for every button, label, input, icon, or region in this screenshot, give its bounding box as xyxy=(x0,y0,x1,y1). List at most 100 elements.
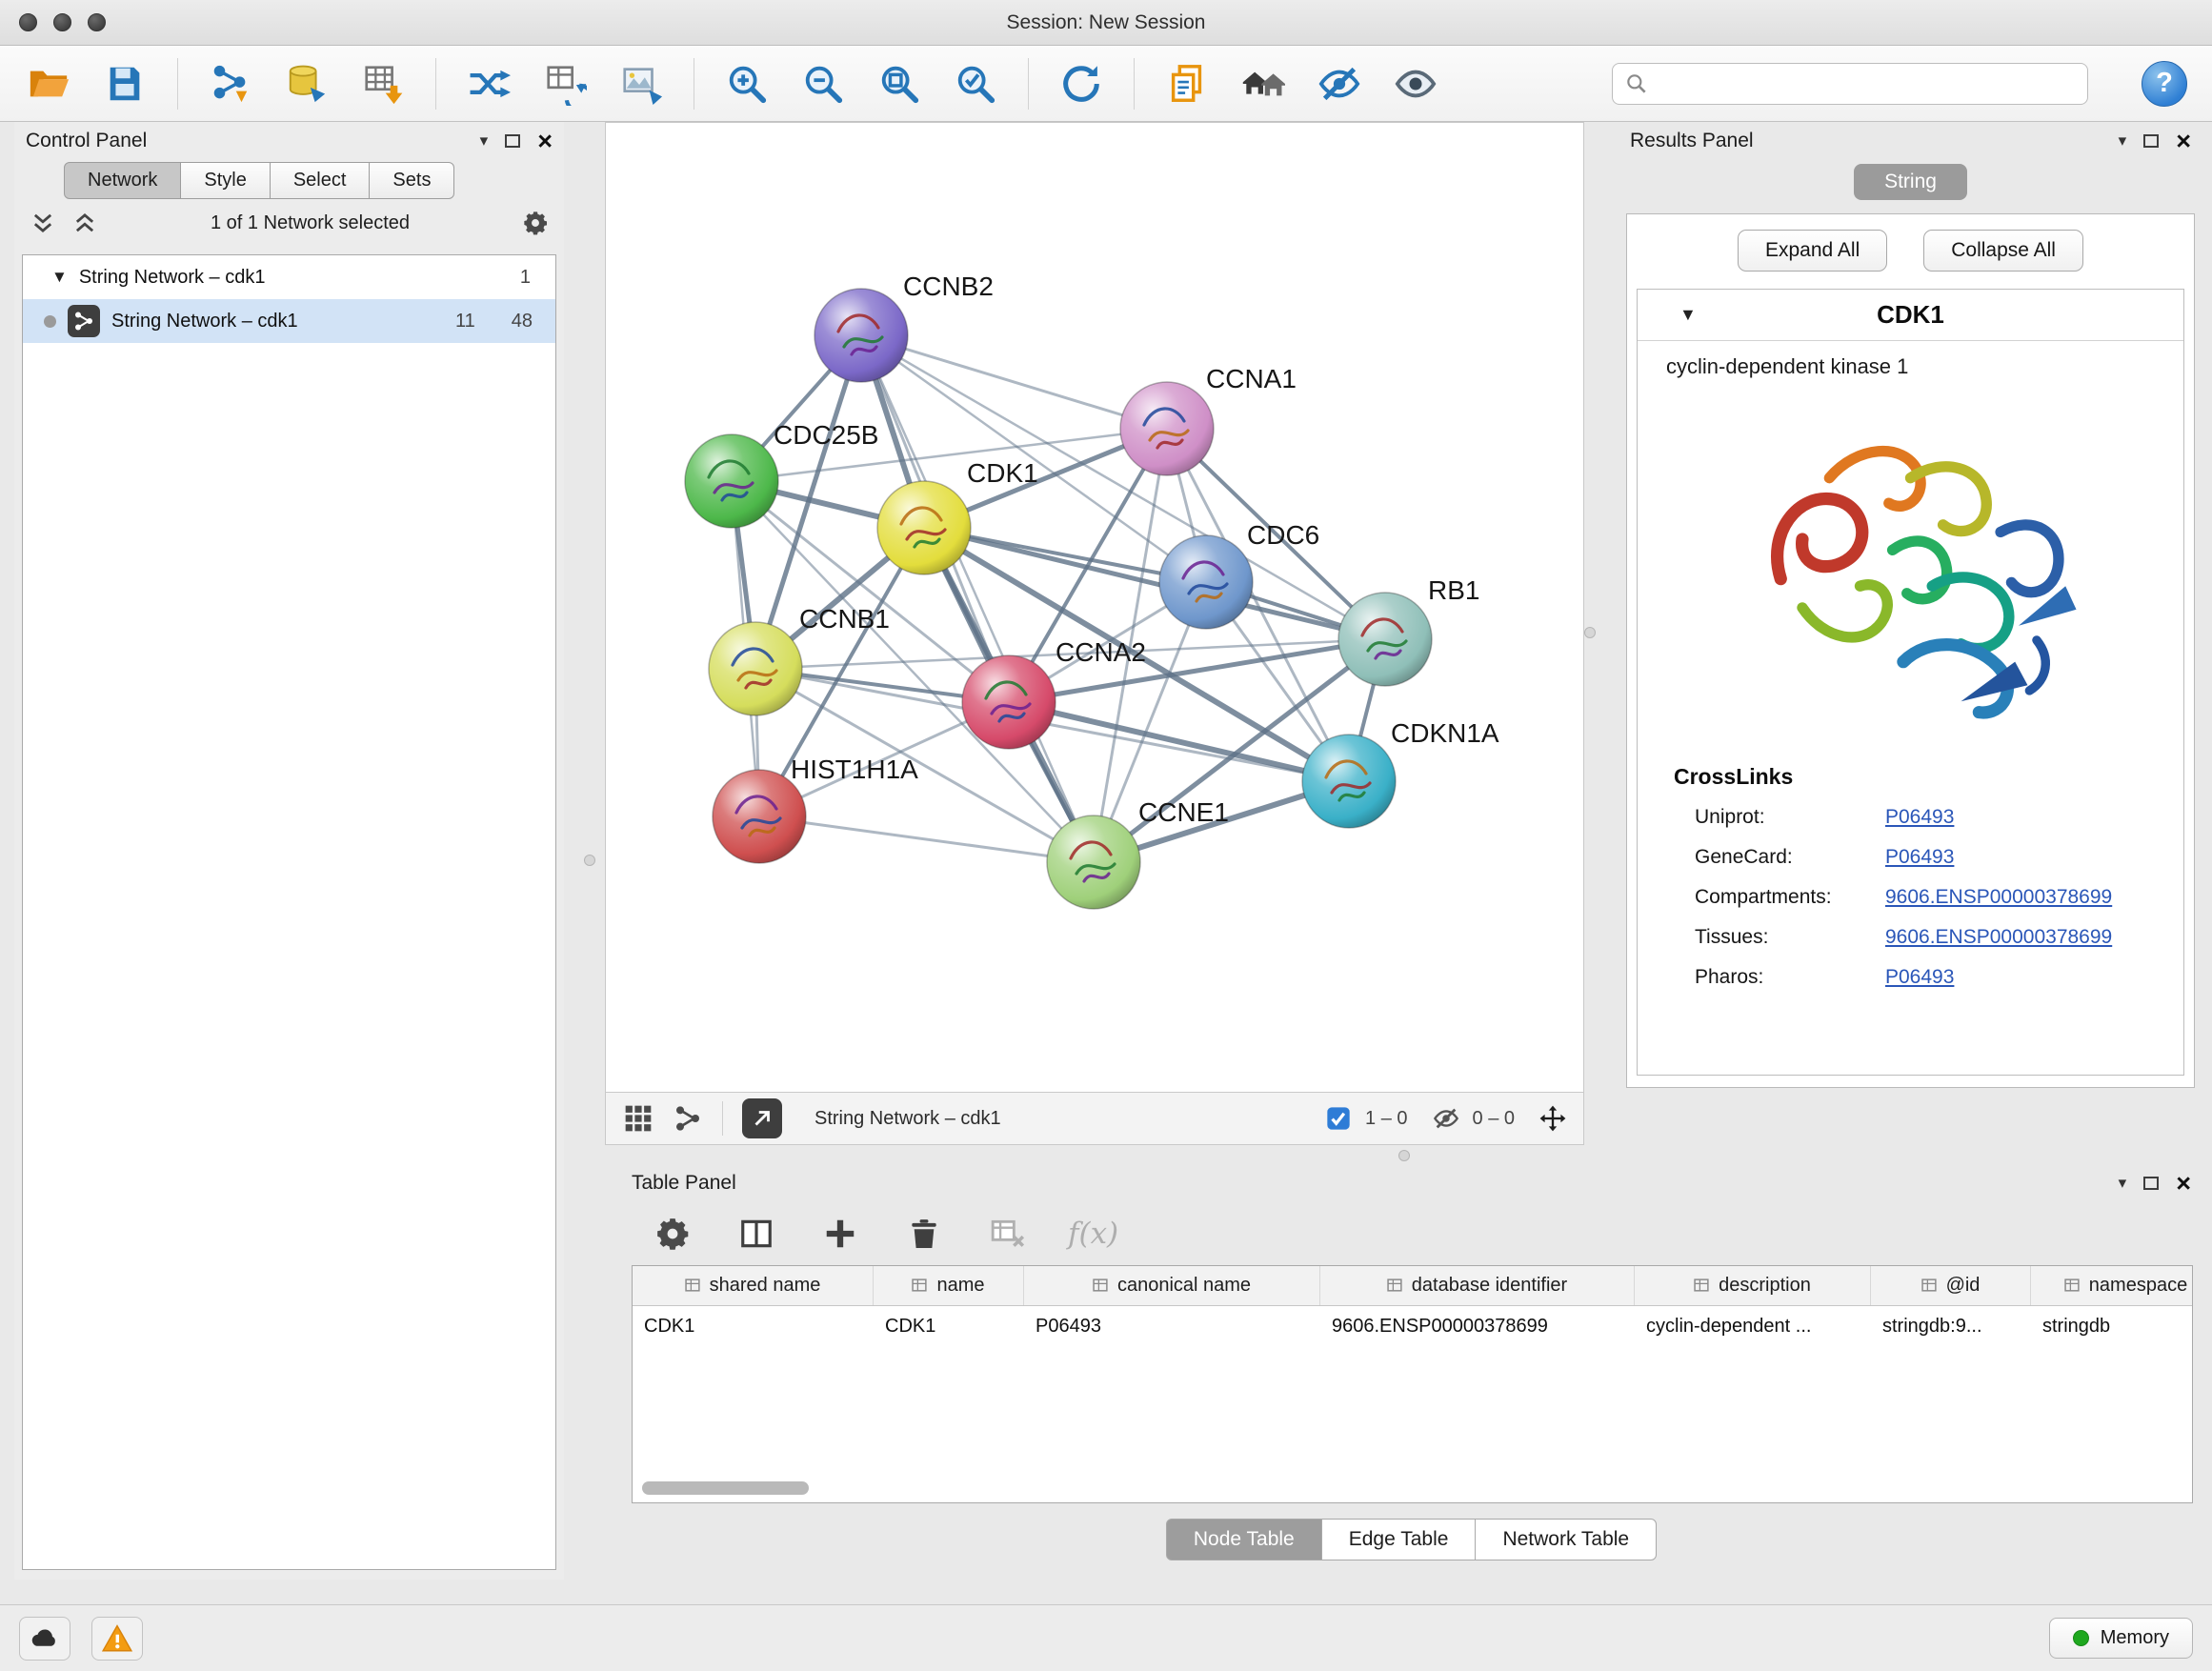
copy-document-button[interactable] xyxy=(1163,60,1211,108)
network-view[interactable]: CCNB2CCNA1CDC25BCDK1CDC6RB1CCNB1CCNA2CDK… xyxy=(605,122,1584,1145)
export-image-button[interactable] xyxy=(617,60,665,108)
panel-menu-icon[interactable]: ▾ xyxy=(2119,131,2127,151)
home-button[interactable] xyxy=(1239,60,1287,108)
close-panel-icon[interactable]: × xyxy=(537,129,553,154)
tab-sets[interactable]: Sets xyxy=(370,162,454,199)
trash-icon xyxy=(906,1216,942,1252)
warnings-button[interactable] xyxy=(91,1617,143,1661)
expand-all-button[interactable]: Expand All xyxy=(1738,230,1887,272)
table-settings-button[interactable] xyxy=(649,1210,696,1258)
expand-all-icon[interactable] xyxy=(71,210,98,236)
network-edge-ccne1-hist1h1a[interactable] xyxy=(759,816,1094,862)
tab-network[interactable]: Network xyxy=(64,162,181,199)
search-field[interactable] xyxy=(1612,63,2088,105)
import-network-file-button[interactable] xyxy=(207,60,254,108)
delete-column-button[interactable] xyxy=(900,1210,948,1258)
float-panel-icon[interactable] xyxy=(2143,1177,2159,1190)
maximize-window-button[interactable] xyxy=(88,13,106,31)
cloud-status-button[interactable] xyxy=(19,1617,70,1661)
crosslink-link[interactable]: P06493 xyxy=(1885,846,1954,869)
network-edge-ccnb2-ccna1[interactable] xyxy=(861,335,1167,429)
network-node-ccnb1[interactable] xyxy=(709,622,802,715)
tab-edge-table[interactable]: Edge Table xyxy=(1322,1519,1477,1560)
show-all-button[interactable] xyxy=(1392,60,1439,108)
network-node-cdc6[interactable] xyxy=(1159,535,1253,629)
tree-expander-icon[interactable]: ▼ xyxy=(51,268,68,287)
toolbar-separator xyxy=(435,58,436,110)
column-header-shared-name[interactable]: shared name xyxy=(633,1266,874,1305)
open-in-new-window-button[interactable] xyxy=(742,1098,782,1138)
search-input[interactable] xyxy=(1659,72,2076,94)
close-panel-icon[interactable]: × xyxy=(2176,1171,2191,1197)
memory-status-dot xyxy=(2073,1630,2089,1646)
crosslink-link[interactable]: P06493 xyxy=(1885,806,1954,829)
collapse-all-icon[interactable] xyxy=(30,210,56,236)
float-panel-icon[interactable] xyxy=(505,134,520,148)
network-node-rb1[interactable] xyxy=(1338,593,1432,686)
column-header-canonical-name[interactable]: canonical name xyxy=(1024,1266,1320,1305)
panel-menu-icon[interactable]: ▾ xyxy=(480,131,489,151)
table-cell: CDK1 xyxy=(874,1306,1024,1346)
float-panel-icon[interactable] xyxy=(2143,134,2159,148)
new-network-button[interactable] xyxy=(465,60,513,108)
column-header-description[interactable]: description xyxy=(1635,1266,1871,1305)
minimize-window-button[interactable] xyxy=(53,13,71,31)
network-node-cdk1[interactable] xyxy=(877,481,971,574)
memory-button[interactable]: Memory xyxy=(2049,1618,2193,1659)
zoom-fit-button[interactable] xyxy=(875,60,923,108)
network-options-gear-icon[interactable] xyxy=(522,210,549,236)
refresh-button[interactable] xyxy=(1057,60,1105,108)
selected-checkbox-icon[interactable] xyxy=(1325,1105,1352,1132)
column-header--id[interactable]: @id xyxy=(1871,1266,2031,1305)
network-node-ccna1[interactable] xyxy=(1120,382,1214,475)
network-node-ccne1[interactable] xyxy=(1047,815,1140,909)
column-header-name[interactable]: name xyxy=(874,1266,1024,1305)
save-session-button[interactable] xyxy=(101,60,149,108)
export-table-button[interactable] xyxy=(541,60,589,108)
column-header-database-identifier[interactable]: database identifier xyxy=(1320,1266,1635,1305)
close-window-button[interactable] xyxy=(19,13,37,31)
hidden-eye-slash-icon[interactable] xyxy=(1433,1105,1459,1132)
crosslink-link[interactable]: P06493 xyxy=(1885,966,1954,989)
tab-style[interactable]: Style xyxy=(181,162,270,199)
tab-node-table[interactable]: Node Table xyxy=(1166,1519,1322,1560)
network-node-ccna2[interactable] xyxy=(962,655,1056,749)
open-session-button[interactable] xyxy=(25,60,72,108)
network-node-cdkn1a[interactable] xyxy=(1302,735,1396,828)
network-row[interactable]: String Network – cdk1 11 48 xyxy=(23,299,555,343)
network-view-footer: String Network – cdk1 1 – 0 0 – 0 xyxy=(606,1092,1583,1144)
gene-expander-icon[interactable]: ▼ xyxy=(1679,305,1697,325)
hide-selected-button[interactable] xyxy=(1316,60,1363,108)
import-table-file-button[interactable] xyxy=(359,60,407,108)
table-row[interactable]: CDK1CDK1P064939606.ENSP00000378699cyclin… xyxy=(633,1306,2192,1346)
crosslink-link[interactable]: 9606.ENSP00000378699 xyxy=(1885,926,2112,949)
horizontal-scrollbar[interactable] xyxy=(642,1481,809,1495)
network-overview-button[interactable] xyxy=(673,1103,703,1134)
move-crosshair-icon[interactable] xyxy=(1539,1105,1566,1132)
vertical-splitter-handle[interactable] xyxy=(1584,627,1596,638)
vertical-splitter-handle[interactable] xyxy=(584,855,595,866)
tab-network-table[interactable]: Network Table xyxy=(1476,1519,1657,1560)
crosslink-link[interactable]: 9606.ENSP00000378699 xyxy=(1885,886,2112,909)
close-panel-icon[interactable]: × xyxy=(2176,129,2191,154)
panel-menu-icon[interactable]: ▾ xyxy=(2119,1174,2127,1193)
zoom-selected-button[interactable] xyxy=(952,60,999,108)
collapse-all-button[interactable]: Collapse All xyxy=(1923,230,2083,272)
network-edge-ccna2-cdkn1a[interactable] xyxy=(1009,702,1349,781)
network-node-ccnb2[interactable] xyxy=(814,289,908,382)
add-column-button[interactable] xyxy=(816,1210,864,1258)
network-collection-row[interactable]: ▼ String Network – cdk1 1 xyxy=(23,255,555,299)
help-button[interactable]: ? xyxy=(2142,61,2187,107)
horizontal-splitter-handle[interactable] xyxy=(1398,1150,1410,1161)
network-canvas[interactable]: CCNB2CCNA1CDC25BCDK1CDC6RB1CCNB1CCNA2CDK… xyxy=(606,123,1585,1093)
import-network-database-button[interactable] xyxy=(283,60,331,108)
zoom-in-button[interactable] xyxy=(723,60,771,108)
show-columns-button[interactable] xyxy=(733,1210,780,1258)
birds-eye-view-button[interactable] xyxy=(623,1103,654,1134)
zoom-out-button[interactable] xyxy=(799,60,847,108)
network-node-cdc25b[interactable] xyxy=(685,434,778,528)
tab-select[interactable]: Select xyxy=(271,162,371,199)
gene-header[interactable]: ▼ CDK1 xyxy=(1638,290,2183,341)
string-results-tab[interactable]: String xyxy=(1854,164,1967,200)
column-header-namespace[interactable]: namespace xyxy=(2031,1266,2193,1305)
